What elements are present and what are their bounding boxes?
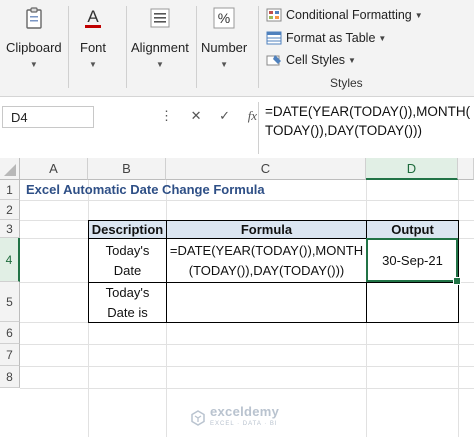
row-header-6[interactable]: 6 — [0, 322, 20, 344]
ribbon-divider — [258, 6, 259, 88]
alignment-label: Alignment — [131, 40, 189, 55]
active-cell-border — [366, 238, 458, 282]
cell-c5[interactable] — [166, 282, 367, 323]
fill-handle[interactable] — [453, 277, 461, 285]
formula-bar-buttons: ⋮ ✕ ✓ fx — [160, 108, 271, 124]
cell-styles-button[interactable]: Cell Styles ▼ — [266, 50, 356, 70]
column-header-a[interactable]: A — [20, 158, 88, 180]
formula-input[interactable]: =DATE(YEAR(TODAY()),MONTH( TODAY()),DAY(… — [258, 102, 472, 154]
chevron-down-icon: ▼ — [220, 60, 229, 69]
ribbon-divider — [196, 6, 197, 88]
select-all-corner[interactable] — [0, 158, 20, 180]
number-label: Number — [201, 40, 248, 55]
header-formula[interactable]: Formula — [166, 220, 367, 239]
ribbon-divider — [68, 6, 69, 88]
number-button[interactable]: % Number ▼ — [201, 4, 247, 69]
cell-styles-label: Cell Styles — [286, 53, 346, 67]
cell-text: Date — [113, 262, 142, 278]
clipboard-label: Clipboard — [6, 40, 62, 55]
row-header-4[interactable]: 4 — [0, 238, 20, 282]
cancel-icon[interactable]: ✕ — [191, 108, 202, 123]
svg-text:%: % — [218, 10, 230, 26]
enter-icon[interactable]: ✓ — [219, 108, 230, 123]
chevron-down-icon: ▼ — [414, 10, 423, 20]
cell-text: =DATE(YEAR(TODAY()),MONTH — [169, 242, 364, 258]
sheet-title: Excel Automatic Date Change Formula — [26, 182, 265, 197]
watermark: exceldemy EXCEL · DATA · BI — [190, 404, 280, 430]
column-header-e[interactable] — [458, 158, 474, 180]
cell-b4[interactable]: Today's Date — [88, 238, 167, 283]
font-button[interactable]: A Font ▼ — [80, 4, 106, 69]
row-header-1[interactable]: 1 — [0, 180, 20, 200]
cell-text: Date is — [107, 304, 148, 320]
cell-text: Today's — [105, 242, 150, 258]
header-output[interactable]: Output — [366, 220, 459, 239]
conditional-formatting-label: Conditional Formatting — [286, 8, 412, 22]
name-box[interactable]: D4 — [2, 106, 94, 128]
format-as-table-icon — [266, 31, 282, 45]
ribbon: Clipboard ▼ A Font ▼ Alignment ▼ % Numbe… — [0, 0, 474, 96]
conditional-formatting-icon — [266, 8, 282, 22]
svg-text:A: A — [87, 7, 99, 26]
header-description[interactable]: Description — [88, 220, 167, 239]
row-header-2[interactable]: 2 — [0, 200, 20, 220]
insert-function-icon[interactable]: fx — [248, 108, 257, 123]
cell-c4[interactable]: =DATE(YEAR(TODAY()),MONTH (TODAY()),DAY(… — [166, 238, 367, 283]
cell-b5[interactable]: Today's Date is — [88, 282, 167, 323]
conditional-formatting-button[interactable]: Conditional Formatting ▼ — [266, 5, 423, 25]
ribbon-divider — [126, 6, 127, 88]
chevron-down-icon: ▼ — [348, 55, 356, 65]
cell-text: (TODAY()),DAY(TODAY())) — [188, 262, 345, 278]
select-all-icon — [4, 164, 16, 176]
clipboard-icon — [26, 7, 42, 29]
chevron-down-icon: ▼ — [155, 60, 164, 69]
cell-text: Today's — [105, 284, 150, 300]
format-as-table-button[interactable]: Format as Table ▼ — [266, 28, 386, 48]
chevron-down-icon: ▼ — [378, 33, 387, 43]
percent-icon: % — [213, 7, 235, 29]
watermark-name: exceldemy — [210, 404, 280, 419]
font-color-icon: A — [85, 7, 101, 28]
font-label: Font — [80, 40, 107, 55]
column-header-d[interactable]: D — [366, 158, 458, 180]
formula-line-1: =DATE(YEAR(TODAY()),MONTH( — [265, 104, 471, 119]
row-header-7[interactable]: 7 — [0, 344, 20, 366]
cell-styles-icon — [266, 55, 281, 66]
clipboard-button[interactable]: Clipboard ▼ — [6, 4, 62, 69]
styles-group-label: Styles — [330, 76, 363, 90]
format-as-table-label: Format as Table — [286, 31, 376, 45]
alignment-button[interactable]: Alignment ▼ — [131, 4, 189, 69]
row-header-3[interactable]: 3 — [0, 220, 20, 238]
watermark-tagline: EXCEL · DATA · BI — [210, 421, 278, 427]
formula-line-2: TODAY()),DAY(TODAY())) — [265, 123, 422, 138]
chevron-down-icon: ▼ — [29, 60, 38, 69]
exceldemy-logo-icon — [191, 410, 205, 426]
row-header-8[interactable]: 8 — [0, 366, 20, 388]
alignment-icon — [150, 8, 170, 28]
row-header-5[interactable]: 5 — [0, 282, 20, 322]
column-header-c[interactable]: C — [166, 158, 366, 180]
cell-d5[interactable] — [366, 282, 459, 323]
column-header-b[interactable]: B — [88, 158, 166, 180]
more-options-icon: ⋮ — [160, 108, 173, 123]
chevron-down-icon: ▼ — [89, 60, 97, 69]
